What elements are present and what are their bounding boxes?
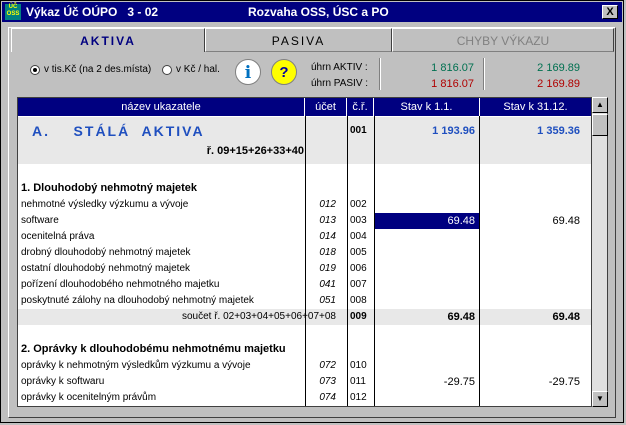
scroll-down-icon[interactable]: ▼	[592, 391, 608, 407]
section-value-start[interactable]: 1 193.96	[375, 123, 475, 139]
row-number: 008	[350, 295, 367, 306]
row-number: 011	[350, 376, 366, 387]
row-account: 073	[319, 376, 336, 387]
column-divider	[479, 116, 480, 406]
tab-aktiva[interactable]: AKTIVA	[11, 28, 205, 52]
row-value-start[interactable]	[375, 197, 475, 213]
group-title: 1. Dlouhodobý nehmotný majetek	[21, 182, 198, 194]
row-account: 012	[319, 199, 336, 210]
close-button[interactable]: X	[602, 5, 618, 19]
row-account: 018	[319, 247, 336, 258]
row-value-end[interactable]	[480, 197, 580, 213]
section-row-number: 001	[350, 125, 367, 136]
total-assets-start: 1 816.07	[431, 62, 474, 74]
row-account: 051	[319, 295, 336, 306]
row-number: 006	[350, 263, 367, 274]
row-name: ostatní dlouhodobý nehmotný majetek	[21, 263, 190, 274]
total-liabilities-start: 1 816.07	[431, 78, 474, 90]
window-title: Výkaz Úč OÚPO 3 - 02	[26, 5, 159, 19]
scroll-thumb[interactable]	[592, 114, 608, 136]
row-number: 003	[350, 215, 367, 226]
total-liabilities-label: úhrn PASIV :	[311, 78, 369, 89]
total-liabilities-end: 2 169.89	[537, 78, 580, 90]
row-value-end[interactable]	[480, 229, 580, 245]
title-bar: ÚČ OSS Výkaz Úč OÚPO 3 - 02 Rozvaha OSS,…	[2, 2, 622, 22]
unit-option-thousands-label: v tis.Kč (na 2 des.místa)	[44, 64, 152, 75]
column-divider	[374, 116, 375, 406]
scroll-up-icon[interactable]: ▲	[592, 97, 608, 113]
column-header-name: název ukazatele	[18, 98, 305, 116]
row-account: 072	[319, 360, 336, 371]
row-value-start[interactable]	[375, 261, 475, 277]
column-header-account: účet	[305, 98, 347, 116]
column-divider	[305, 116, 306, 406]
row-account: 014	[319, 231, 336, 242]
row-name: ocenitelná práva	[21, 231, 95, 242]
subtotal-label: součet ř. 02+03+04+05+06+07+08	[181, 311, 336, 322]
summary-divider	[483, 58, 485, 90]
window-subtitle: Rozvaha OSS, ÚSC a PO	[248, 5, 389, 19]
selected-cell[interactable]: 69.48	[375, 213, 479, 229]
row-number: 010	[350, 360, 367, 371]
row-value-start[interactable]	[375, 390, 475, 406]
subtotal-value-end: 69.48	[552, 311, 580, 323]
column-header-row-number: č.ř.	[347, 98, 374, 116]
row-number: 012	[350, 392, 367, 403]
column-divider	[347, 116, 348, 406]
row-value-start[interactable]	[375, 293, 475, 309]
row-name: drobný dlouhodobý nehmotný majetek	[21, 247, 191, 258]
section-value-end[interactable]: 1 359.36	[480, 123, 580, 139]
row-name: software	[21, 215, 59, 226]
vertical-scrollbar[interactable]: ▲ ▼	[592, 97, 608, 407]
row-value-start[interactable]	[375, 245, 475, 261]
total-assets-end: 2 169.89	[537, 62, 580, 74]
row-value-end[interactable]: 69.48	[480, 213, 580, 229]
row-value-end[interactable]	[480, 261, 580, 277]
row-value-start[interactable]	[375, 358, 475, 374]
row-account: 019	[319, 263, 336, 274]
tab-chyby-vykazu: CHYBY VÝKAZU	[392, 28, 614, 52]
row-name: oprávky k ocenitelným právům	[21, 392, 157, 403]
row-value-end[interactable]	[480, 293, 580, 309]
unit-option-thousands[interactable]: v tis.Kč (na 2 des.místa)	[30, 64, 151, 75]
column-header-start: Stav k 1.1.	[374, 98, 480, 116]
row-name: pořízení dlouhodobého nehmotného majetku	[21, 279, 220, 290]
radio-empty-icon[interactable]	[162, 64, 172, 75]
row-name: oprávky k nehmotným výsledkům výzkumu a …	[21, 360, 251, 371]
row-value-start[interactable]: -29.75	[375, 374, 475, 390]
row-account: 074	[319, 392, 336, 403]
total-assets-label: úhrn AKTIV :	[311, 62, 368, 73]
summary-divider	[379, 58, 381, 90]
unit-option-crowns[interactable]: v Kč / hal.	[162, 64, 220, 75]
group-title: 2. Oprávky k dlouhodobému nehmotnému maj…	[21, 343, 286, 355]
row-name: nehmotné výsledky výzkumu a vývoje	[21, 199, 189, 210]
row-number: 005	[350, 247, 367, 258]
section-label: A. STÁLÁ AKTIVA	[32, 123, 205, 139]
row-account: 013	[319, 215, 336, 226]
row-number: 007	[350, 279, 367, 290]
row-number: 002	[350, 199, 367, 210]
section-formula: ř. 09+15+26+33+40	[206, 145, 304, 157]
column-header-end: Stav k 31.12.	[480, 98, 591, 116]
app-icon: ÚČ OSS	[5, 4, 21, 20]
row-value-end[interactable]	[480, 358, 580, 374]
row-account: 041	[319, 279, 336, 290]
radio-selected-icon[interactable]	[30, 64, 40, 75]
row-name: poskytnuté zálohy na dlouhodobý nehmotný…	[21, 295, 254, 306]
tab-pasiva[interactable]: PASIVA	[205, 28, 392, 52]
unit-option-crowns-label: v Kč / hal.	[176, 64, 220, 75]
row-value-end[interactable]	[480, 277, 580, 293]
row-value-end[interactable]: -29.75	[480, 374, 580, 390]
row-name: oprávky k softwaru	[21, 376, 105, 387]
help-button[interactable]: ?	[271, 59, 297, 85]
balance-grid: název ukazatele účet č.ř. Stav k 1.1. St…	[17, 97, 592, 407]
info-button[interactable]: i	[235, 59, 261, 85]
row-number: 004	[350, 231, 367, 242]
row-value-end[interactable]	[480, 245, 580, 261]
row-value-end[interactable]	[480, 390, 580, 406]
row-value-start[interactable]	[375, 229, 475, 245]
subtotal-value-start: 69.48	[447, 311, 475, 323]
subtotal-row-number: 009	[350, 311, 367, 322]
row-value-start[interactable]	[375, 277, 475, 293]
